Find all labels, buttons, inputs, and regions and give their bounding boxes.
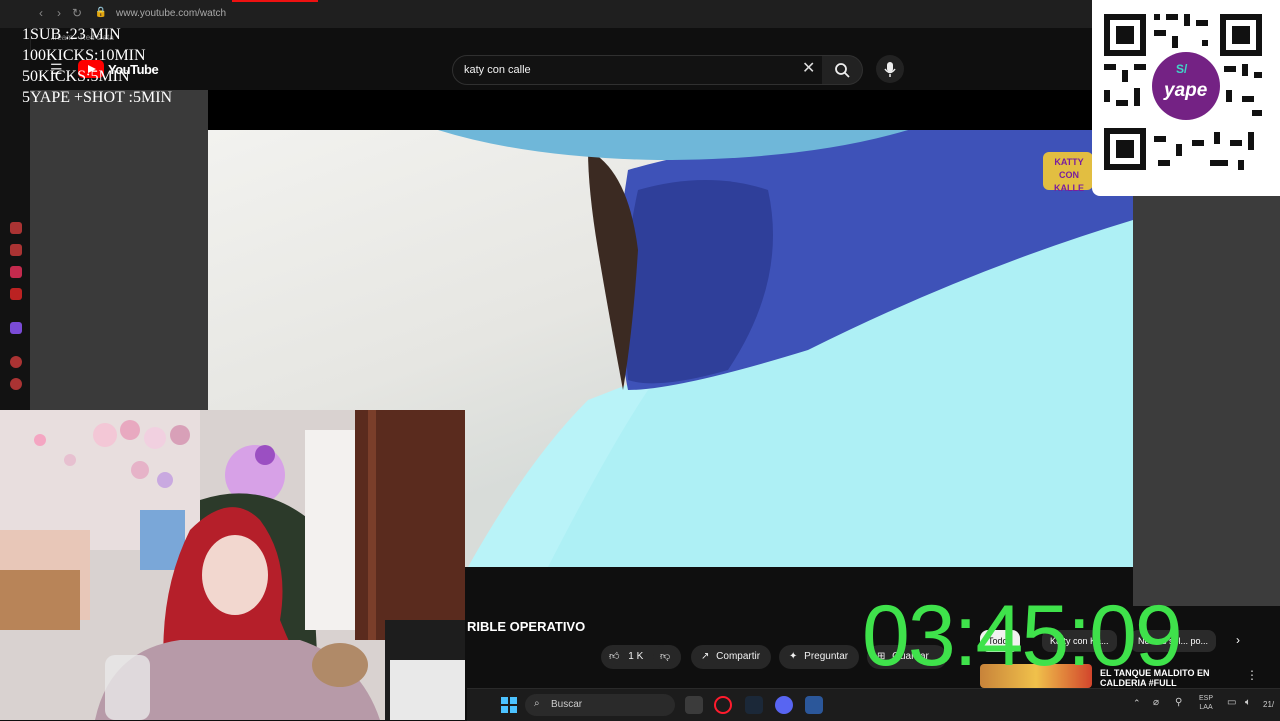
sidebar-app-icon[interactable]: [10, 222, 22, 234]
page-right-panel: [1133, 196, 1280, 606]
yape-currency: S/: [1176, 62, 1188, 76]
discord-app-icon[interactable]: [775, 696, 793, 714]
sparkle-icon: ✦: [789, 651, 798, 662]
rule-line: 5YAPE +SHOT :5MIN: [22, 89, 173, 106]
chevron-right-icon[interactable]: ›: [1236, 633, 1240, 647]
more-options-icon[interactable]: ⋮: [1246, 668, 1258, 682]
chevron-up-icon[interactable]: ⌃: [1133, 698, 1141, 709]
stream-timer: 03:45:09: [862, 588, 1183, 684]
search-button[interactable]: [822, 55, 863, 85]
webcam-feed: [0, 410, 465, 720]
taskbar-search-label: Buscar: [551, 699, 583, 710]
stream-rules-overlay: 1SUB :23 MIN 100KICKS:10MIN 50KICKS:5MIN…: [22, 24, 172, 108]
clock[interactable]: 21/: [1263, 700, 1274, 709]
opera-app-icon[interactable]: [714, 696, 732, 714]
rule-line: 50KICKS:5MIN: [22, 68, 130, 85]
voice-search-button[interactable]: [876, 55, 904, 83]
microphone-icon: [884, 62, 896, 77]
sidebar-app-icon[interactable]: [10, 244, 22, 256]
video-title: RIBLE OPERATIVO: [467, 619, 586, 634]
search-icon: ⌕: [534, 698, 540, 709]
word-app-icon[interactable]: [805, 696, 823, 714]
yape-logo-text: yape: [1164, 80, 1208, 101]
rule-line: 100KICKS:10MIN: [22, 47, 146, 64]
rule-line: 1SUB :23 MIN: [22, 26, 121, 43]
thumbs-up-icon: 👍︎: [609, 651, 620, 662]
lock-icon: 🔒: [94, 7, 108, 18]
youtube-header: ☰ YouTube katy con calle ✕: [30, 50, 1092, 90]
share-icon: ↗: [701, 651, 710, 662]
share-label: Compartir: [716, 651, 761, 662]
sidebar-app-icon[interactable]: [10, 288, 22, 300]
thumbs-down-icon: 👎︎: [660, 651, 671, 662]
yape-qr-card: S/ yape: [1092, 0, 1280, 196]
volume-icon[interactable]: 🔈︎: [1245, 697, 1251, 708]
taskbar-search[interactable]: ⌕ Buscar: [525, 694, 675, 716]
ask-button[interactable]: ✦ Preguntar: [779, 645, 859, 669]
back-icon[interactable]: ‹: [34, 6, 48, 20]
language-code: ESP: [1199, 695, 1214, 702]
forward-icon[interactable]: ›: [52, 6, 66, 20]
input-language[interactable]: ESP LAA: [1199, 694, 1213, 712]
windows-start-icon[interactable]: [501, 697, 517, 713]
display-icon[interactable]: ▭: [1227, 697, 1236, 708]
channel-watermark: KATTY CON KALLE: [1054, 157, 1084, 193]
search-input[interactable]: katy con calle: [452, 55, 824, 85]
steam-app-icon[interactable]: [745, 696, 763, 714]
layout-code: LAA: [1199, 704, 1213, 711]
clear-search-icon[interactable]: ✕: [802, 58, 815, 78]
webcam-image: [0, 410, 465, 720]
active-tab-indicator: [232, 0, 318, 2]
dislike-button[interactable]: 👎︎: [653, 645, 681, 669]
reload-icon[interactable]: ↻: [70, 6, 84, 20]
search-icon: [835, 63, 850, 78]
share-button[interactable]: ↗ Compartir: [691, 645, 771, 669]
sidebar-app-icon[interactable]: [10, 356, 22, 368]
address-bar[interactable]: www.youtube.com/watch: [116, 8, 226, 19]
search-query: katy con calle: [464, 64, 531, 76]
location-icon[interactable]: ⚲: [1175, 697, 1182, 708]
windows-taskbar: ⌕ Buscar ⌃ ⌀ ⚲ ESP LAA ▭ 🔈︎ 21/: [467, 688, 1280, 721]
ask-label: Preguntar: [804, 651, 849, 662]
network-icon[interactable]: ⌀: [1153, 697, 1159, 708]
opera-gx-app-icon[interactable]: [685, 696, 703, 714]
twitch-icon[interactable]: [10, 322, 22, 334]
page-left-panel: [30, 90, 208, 410]
sidebar-app-icon[interactable]: [10, 266, 22, 278]
like-count: 1 K: [628, 651, 644, 662]
history-icon[interactable]: [10, 378, 22, 390]
